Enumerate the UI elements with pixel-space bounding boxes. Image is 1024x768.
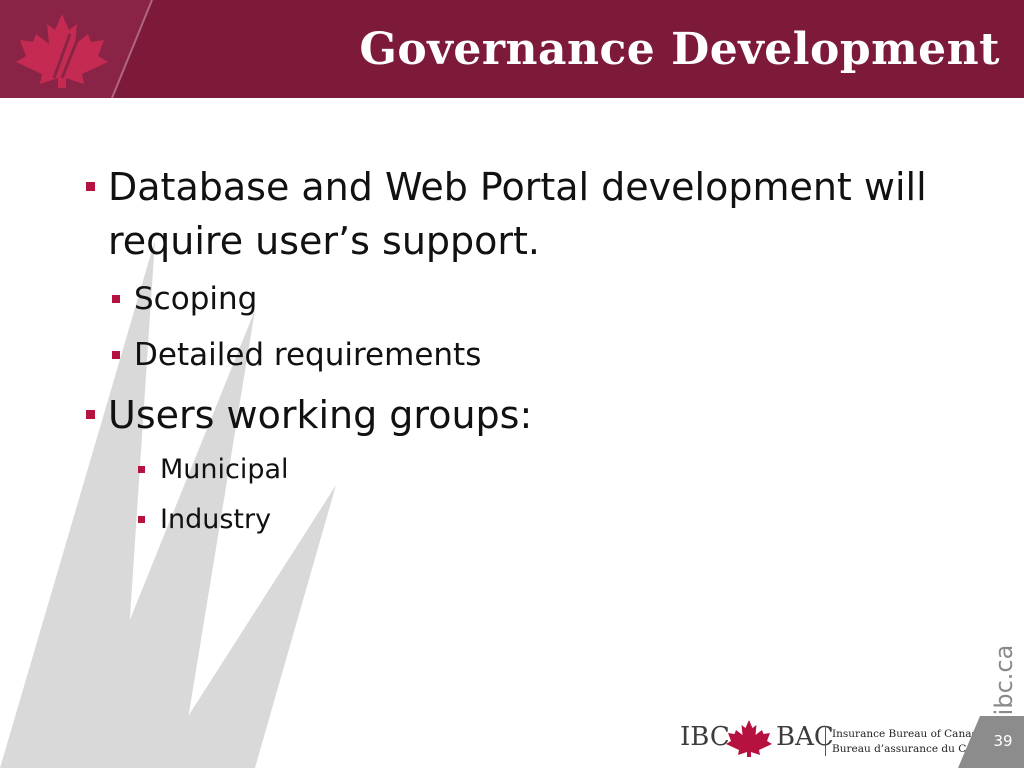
- ibc-bac-logo: IBC BAC Insurance Bureau of Canada Burea…: [680, 716, 999, 762]
- org-name-english: Insurance Bureau of Canada: [832, 728, 985, 740]
- header-bar: Governance Development: [0, 0, 1024, 98]
- bullet-text: Users working groups:: [108, 393, 533, 437]
- bullet-marker: [112, 295, 120, 303]
- bullet-text: Scoping: [134, 281, 258, 317]
- maple-leaf-icon: [726, 720, 772, 757]
- bullet-marker: [112, 351, 120, 359]
- bullet-item: Database and Web Portal development will…: [84, 160, 964, 268]
- bullet-marker: [138, 516, 145, 523]
- bullet-text: Database and Web Portal development will…: [108, 165, 927, 263]
- bullet-item: Users working groups:: [84, 388, 964, 442]
- maple-leaf-icon: [16, 14, 108, 88]
- sub-bullet-item: Industry: [84, 500, 964, 540]
- bullet-text: Municipal: [160, 454, 289, 485]
- bullet-text: Industry: [160, 504, 272, 535]
- slide-title: Governance Development: [359, 24, 1000, 75]
- bullet-marker: [86, 182, 95, 191]
- logo-ibc-text: IBC: [680, 722, 730, 752]
- website-text: ibc.ca: [990, 644, 1018, 716]
- bullet-marker: [86, 410, 95, 419]
- bullet-text: Detailed requirements: [134, 337, 482, 373]
- sub-bullet-item: Scoping: [84, 276, 964, 322]
- logo-divider: [825, 726, 826, 756]
- slide-content: Database and Web Portal development will…: [84, 160, 964, 550]
- website-label: ibc.ca: [984, 640, 1024, 720]
- page-number: 39: [993, 732, 1013, 750]
- bullet-marker: [138, 466, 145, 473]
- sub-bullet-item: Municipal: [84, 450, 964, 490]
- sub-bullet-item: Detailed requirements: [84, 332, 964, 378]
